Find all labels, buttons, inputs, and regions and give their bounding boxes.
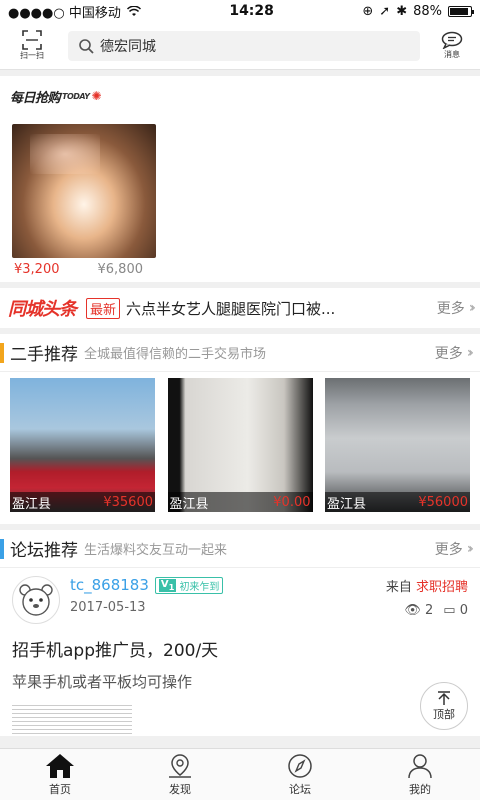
tab-discover[interactable]: 发现: [120, 749, 240, 800]
post-thumbnail[interactable]: [12, 702, 132, 736]
secondhand-subtitle: 全城最值得信赖的二手交易市场: [84, 347, 267, 362]
item-location: 盈江县: [327, 496, 367, 512]
compass-icon: [288, 753, 312, 778]
deal-product-image[interactable]: [12, 124, 156, 258]
post-source-label: 来自: [385, 580, 412, 595]
item-price: ¥0.00: [273, 494, 311, 510]
tab-home[interactable]: 首页: [0, 749, 120, 800]
daily-deal-logo: 每日抢购 TODAY ✺: [10, 84, 470, 108]
headline-text[interactable]: 六点半女艺人腿腿医院门口被...: [126, 298, 437, 319]
headline-more-label: 更多: [436, 301, 465, 317]
tab-home-label: 首页: [49, 782, 71, 796]
secondhand-more-link[interactable]: 更多 ››: [434, 343, 474, 363]
deal-price: ¥3,200: [14, 262, 60, 277]
post-date: 2017-05-13: [70, 600, 146, 615]
headline-tag: 最新: [86, 297, 121, 319]
views-value: 2: [425, 603, 434, 618]
tab-forum-label: 论坛: [289, 782, 311, 796]
forum-more-link[interactable]: 更多 ››: [434, 539, 474, 559]
search-input[interactable]: 德宏同城: [68, 30, 420, 61]
daily-deal-logo-text: 每日抢购: [10, 90, 61, 106]
arrow-up-icon: [438, 691, 450, 705]
secondhand-header: 二手推荐 全城最值得信赖的二手交易市场 更多 ››: [0, 334, 480, 372]
views-count: 👁︎ 2: [404, 603, 433, 618]
map-pin-icon: [169, 753, 191, 778]
item-price: ¥35600: [103, 494, 153, 510]
daily-deal-logo-sub: TODAY: [62, 91, 90, 101]
daily-deal-section: 每日抢购 TODAY ✺ ¥3,200 ¥6,800: [0, 76, 480, 282]
badge-text: 初来乍到: [179, 581, 220, 593]
forum-more-label: 更多: [434, 541, 463, 558]
deal-original-price: ¥6,800: [97, 262, 144, 277]
clock: 14:28: [229, 3, 274, 19]
battery-icon: [448, 5, 474, 17]
secondhand-more-label: 更多: [434, 345, 463, 362]
badge-v: V: [160, 578, 169, 590]
item-location: 盈江县: [169, 496, 209, 512]
post-title[interactable]: 招手机app推广员，200/天: [12, 636, 468, 661]
headline-logo: 同城头条: [8, 299, 77, 320]
comments-count: ▭ 0: [443, 603, 468, 618]
comment-icon: ▭: [443, 603, 456, 618]
scan-icon: [22, 30, 42, 50]
search-value: 德宏同城: [100, 38, 156, 55]
secondhand-item[interactable]: 盈江县 ¥35600: [10, 378, 155, 512]
spark-icon: ✺: [91, 89, 102, 103]
bear-avatar-icon: [19, 584, 53, 616]
tab-profile-label: 我的: [409, 782, 431, 796]
double-chevron-right-icon: ››: [468, 300, 476, 316]
forum-header: 论坛推荐 生活爆料交友互动一起来 更多 ››: [0, 530, 480, 568]
item-location: 盈江县: [12, 496, 52, 512]
forum-title: 论坛推荐: [10, 541, 78, 561]
post-category[interactable]: 求职招聘: [416, 580, 468, 595]
tab-bar: 首页 发现 论坛 我的: [0, 748, 480, 800]
tab-profile[interactable]: 我的: [360, 749, 480, 800]
chat-bubble-icon: [441, 31, 463, 49]
top-bar: 扫一扫 德宏同城 消息: [0, 22, 480, 70]
wifi-icon: [126, 5, 141, 16]
battery-percent: 88%: [413, 3, 442, 19]
tab-discover-label: 发现: [169, 782, 191, 796]
secondhand-section: 二手推荐 全城最值得信赖的二手交易市场 更多 ›› 盈江县 ¥35600 盈江县 ¥0…: [0, 334, 480, 524]
comments-value: 0: [459, 603, 468, 618]
avatar[interactable]: [12, 576, 60, 624]
eye-icon: 👁︎: [404, 603, 421, 618]
back-to-top-label: 顶部: [433, 708, 455, 721]
section-accent-bar: [0, 342, 4, 363]
messages-label: 消息: [444, 50, 460, 59]
carrier: ●●●●○ 中国移动: [8, 5, 121, 21]
scan-label: 扫一扫: [20, 51, 44, 60]
secondhand-title: 二手推荐: [10, 345, 78, 365]
item-price: ¥56000: [418, 494, 468, 510]
home-icon: [46, 753, 74, 778]
location-arrow-icon: ➚: [379, 3, 391, 19]
lock-rotation-icon: ⊕: [362, 3, 374, 19]
post-username[interactable]: tc_868183: [70, 576, 149, 594]
forum-subtitle: 生活爆料交友互动一起来: [84, 543, 228, 558]
tab-forum[interactable]: 论坛: [240, 749, 360, 800]
headline-bar[interactable]: 同城头条 最新 六点半女艺人腿腿医院门口被... 更多 ››: [0, 288, 480, 328]
messages-button[interactable]: 消息: [434, 31, 470, 60]
secondhand-item[interactable]: 盈江县 ¥0.00: [167, 378, 313, 512]
status-bar: ●●●●○ 中国移动 14:28 ⊕ ➚ ✱ 88%: [0, 0, 480, 22]
person-icon: [408, 753, 432, 778]
post-source: 来自 求职招聘: [386, 576, 468, 595]
headline-more-link[interactable]: 更多 ››: [436, 298, 476, 318]
forum-section: 论坛推荐 生活爆料交友互动一起来 更多 ›› tc_868183 V1 初来乍到 2…: [0, 530, 480, 736]
back-to-top-button[interactable]: 顶部: [420, 682, 468, 730]
scan-button[interactable]: 扫一扫: [10, 30, 54, 61]
badge-level: 1: [168, 581, 175, 592]
post-description: 苹果手机或者平板均可操作: [12, 673, 193, 691]
user-level-badge: V1 初来乍到: [154, 576, 224, 594]
double-chevron-right-icon: ››: [466, 344, 474, 361]
bluetooth-icon: ✱: [396, 3, 408, 19]
search-icon: [79, 38, 94, 54]
double-chevron-right-icon: ››: [466, 540, 474, 557]
forum-post[interactable]: tc_868183 V1 初来乍到 2017-05-13 来自 求职招聘 👁︎ 2…: [0, 568, 480, 736]
secondhand-item[interactable]: 盈江县 ¥56000: [325, 378, 470, 512]
section-accent-bar: [0, 538, 4, 559]
